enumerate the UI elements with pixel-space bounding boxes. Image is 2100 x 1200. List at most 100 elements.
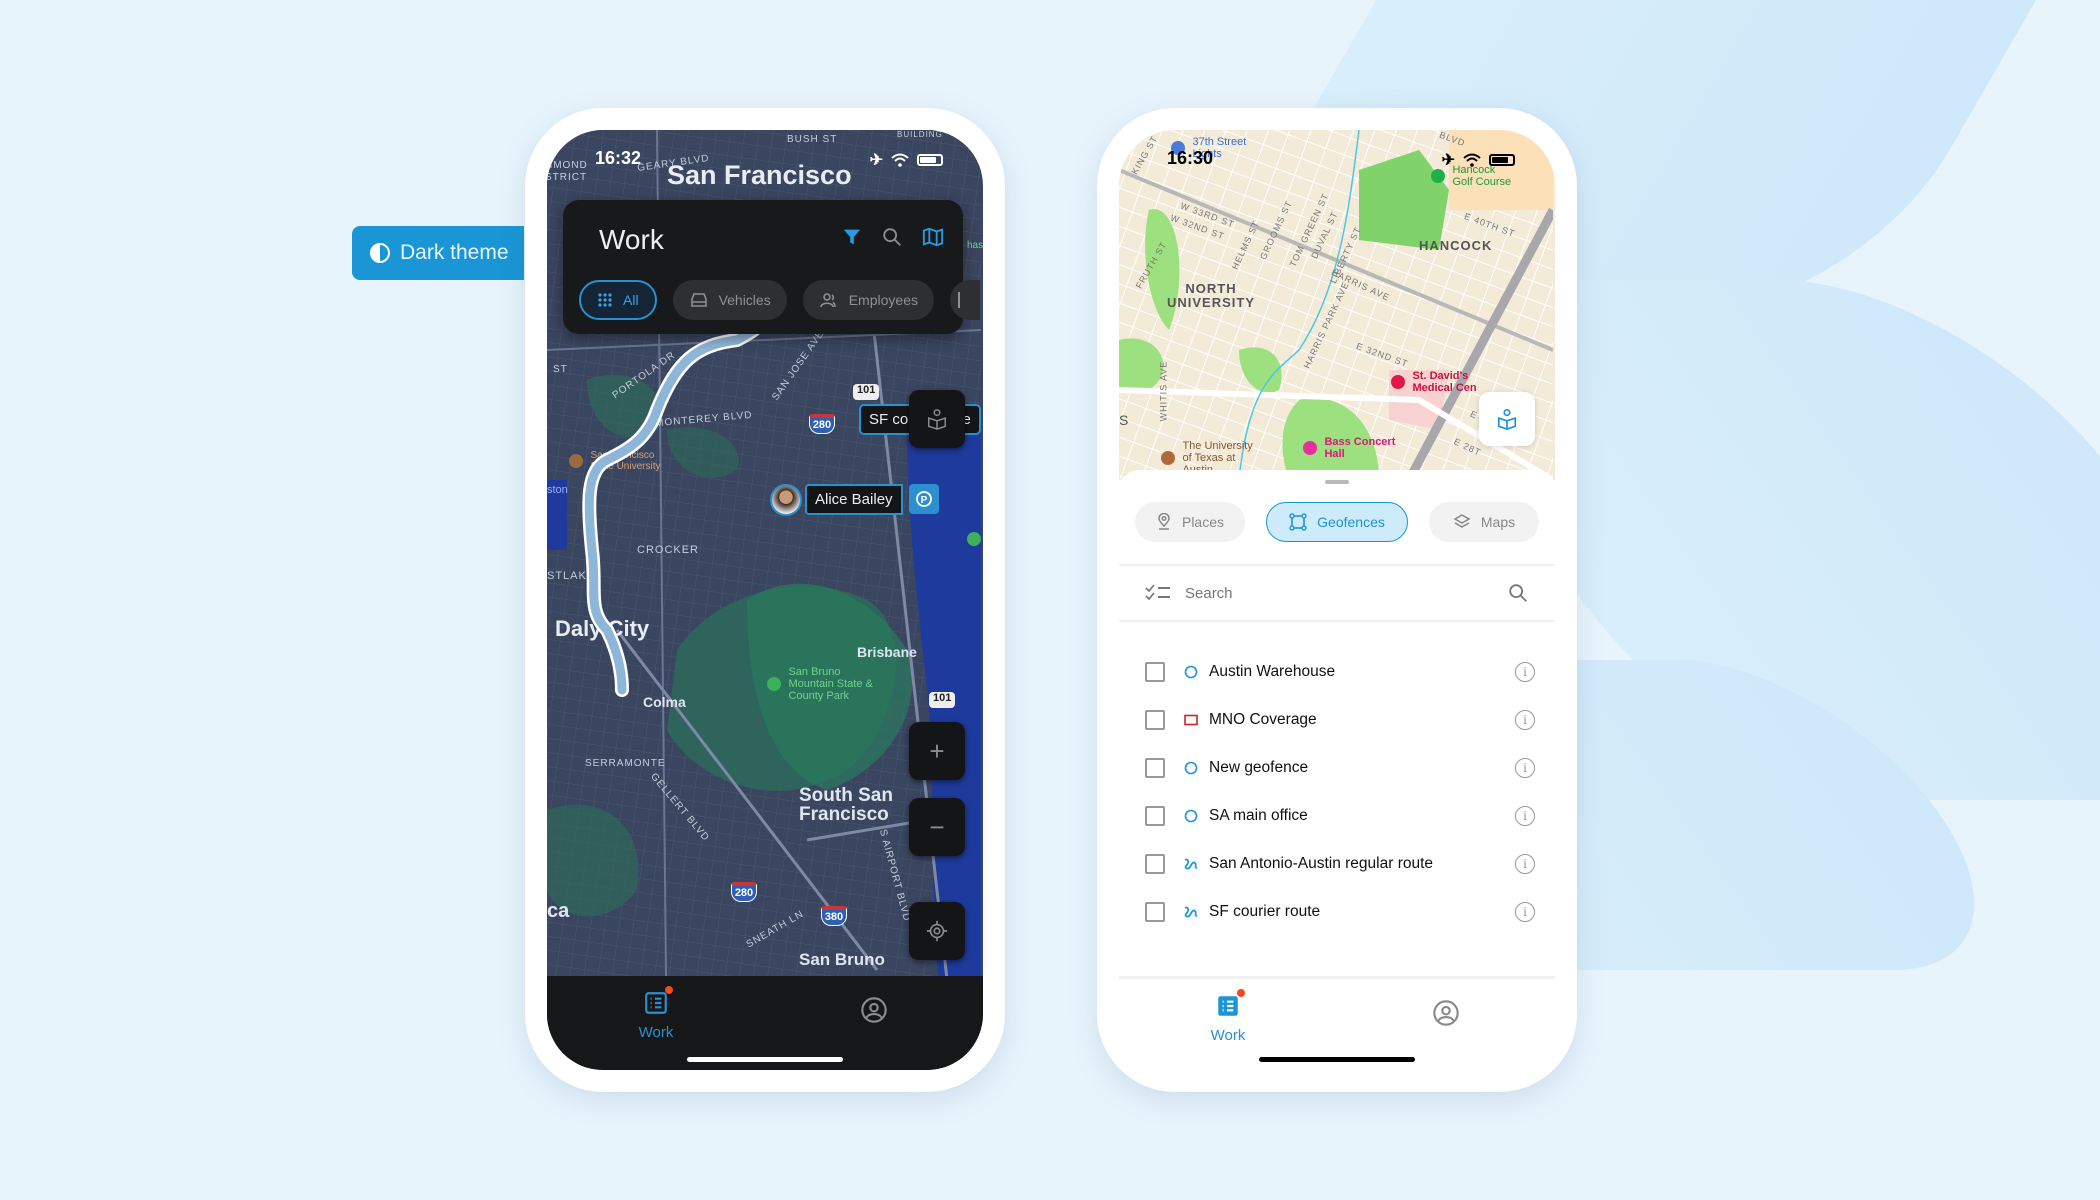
car-icon [690, 293, 707, 307]
page-title: Work [599, 224, 664, 255]
wifi-icon [1463, 153, 1481, 167]
battery-icon [917, 154, 943, 166]
search-icon[interactable] [1507, 582, 1529, 604]
poi-label: Bass Concert [1324, 436, 1396, 448]
highway-shield-101: 101 [853, 384, 880, 400]
checkbox[interactable] [1145, 806, 1165, 826]
checkbox[interactable] [1145, 758, 1165, 778]
poi-st-davids[interactable]: St. David's Medical Cen [1391, 370, 1477, 394]
list-item[interactable]: SA main office i [1119, 792, 1555, 840]
info-icon[interactable]: i [1515, 902, 1535, 922]
zoom-in-button[interactable]: + [909, 722, 965, 780]
search-icon[interactable] [881, 226, 903, 248]
layers-icon [1453, 514, 1471, 528]
filter-icon[interactable] [841, 226, 863, 248]
highway-shield-101: 101 [929, 692, 956, 708]
chip-vehicles[interactable]: Vehicles [672, 280, 787, 320]
poi-label: of Texas at [1182, 452, 1236, 464]
phone-screen: 37th Street Lights Hancock Golf Course K… [1119, 130, 1555, 1070]
info-icon[interactable]: i [1515, 854, 1535, 874]
chip-label: Employees [848, 292, 918, 308]
grid-icon [598, 293, 612, 307]
poi-label: The University [1182, 440, 1253, 452]
filter-chips: All Vehicles Employees [579, 280, 980, 320]
layers-book-button[interactable] [909, 390, 965, 448]
item-label: Austin Warehouse [1209, 663, 1336, 680]
poi-label: Hall [1324, 448, 1345, 460]
tab-label: Geofences [1317, 514, 1385, 530]
status-bar: 16:32 ✈ [547, 148, 983, 172]
status-time: 16:30 [1167, 148, 1214, 168]
checkbox[interactable] [1145, 710, 1165, 730]
people-icon [819, 293, 836, 308]
dark-theme-label: Dark theme [400, 241, 509, 264]
circle-geofence-icon [1183, 808, 1199, 824]
tab-profile[interactable] [765, 976, 983, 1070]
phone-screen: San Francisco HMOND STRICT GEARY BLVD BU… [547, 130, 983, 1070]
list-item[interactable]: San Antonio-Austin regular route i [1119, 840, 1555, 888]
route-icon [1183, 856, 1199, 872]
tab-maps[interactable]: Maps [1429, 502, 1539, 542]
poi-label: 37th Street [1192, 136, 1247, 148]
zoom-out-button[interactable]: − [909, 798, 965, 856]
chip-all[interactable]: All [579, 280, 657, 320]
work-list-icon [1218, 996, 1238, 1016]
svg-text:P: P [921, 495, 928, 506]
contrast-icon [370, 243, 390, 263]
home-indicator [687, 1057, 843, 1062]
tab-geofences[interactable]: Geofences [1266, 502, 1408, 542]
crosshair-icon [926, 920, 948, 942]
item-label: SF courier route [1209, 903, 1321, 920]
work-header-card: Work All Vehicles Employees [563, 200, 980, 334]
map-label-line: UNIVERSITY [1167, 295, 1256, 310]
tab-label: Places [1181, 514, 1225, 530]
interstate-shield-380: 380 [821, 906, 847, 926]
list-item[interactable]: New geofence i [1119, 744, 1555, 792]
info-icon[interactable]: i [1515, 710, 1535, 730]
airplane-icon: ✈ [1441, 152, 1455, 169]
item-label: SA main office [1209, 807, 1308, 824]
my-location-button[interactable] [909, 902, 965, 960]
chip-more[interactable] [949, 280, 980, 320]
map-label-line: NORTH [1185, 281, 1237, 296]
info-icon[interactable]: i [1515, 806, 1535, 826]
layers-book-button[interactable] [1479, 392, 1535, 446]
chip-employees[interactable]: Employees [802, 280, 934, 320]
tab-work[interactable]: Work [547, 976, 765, 1070]
checkbox[interactable] [1145, 662, 1165, 682]
list-item[interactable]: MNO Coverage i [1119, 696, 1555, 744]
phone-dark: San Francisco HMOND STRICT GEARY BLVD BU… [525, 108, 1005, 1092]
map-reader-icon [928, 409, 946, 430]
select-list-icon[interactable] [1145, 584, 1171, 602]
chip-more-icon [957, 292, 961, 308]
chip-label: Vehicles [718, 292, 771, 308]
search-input[interactable] [1185, 584, 1493, 602]
notification-dot [1237, 989, 1245, 997]
list-item[interactable]: Austin Warehouse i [1119, 648, 1555, 696]
tab-bar: Work [547, 976, 983, 1070]
checkbox[interactable] [1145, 854, 1165, 874]
poi-bass-concert-hall[interactable]: Bass Concert Hall [1303, 436, 1395, 460]
info-icon[interactable]: i [1515, 662, 1535, 682]
poi-label: St. David's [1412, 370, 1469, 382]
notification-dot [665, 986, 673, 994]
map-icon[interactable] [921, 226, 945, 248]
circle-geofence-icon [1183, 760, 1199, 776]
list-item[interactable]: SF courier route i [1119, 888, 1555, 936]
map-label: S [1119, 412, 1129, 428]
tab-label: Work [1210, 1027, 1246, 1044]
map-label-north-university: NORTH UNIVERSITY [1167, 282, 1255, 310]
airplane-icon: ✈ [869, 152, 883, 169]
sheet-drag-handle[interactable] [1325, 480, 1349, 484]
light-map[interactable]: 37th Street Lights Hancock Golf Course K… [1119, 130, 1555, 480]
tab-places[interactable]: Places [1135, 502, 1245, 542]
info-icon[interactable]: i [1515, 758, 1535, 778]
profile-icon [1433, 1000, 1459, 1026]
checkbox[interactable] [1145, 902, 1165, 922]
tab-bar: Work [1119, 976, 1555, 1070]
circle-geofence-icon [1183, 664, 1199, 680]
employee-avatar[interactable] [770, 484, 802, 516]
employee-tag[interactable]: Alice Bailey [805, 484, 903, 515]
status-time: 16:32 [595, 148, 642, 168]
music-icon [1303, 441, 1317, 455]
